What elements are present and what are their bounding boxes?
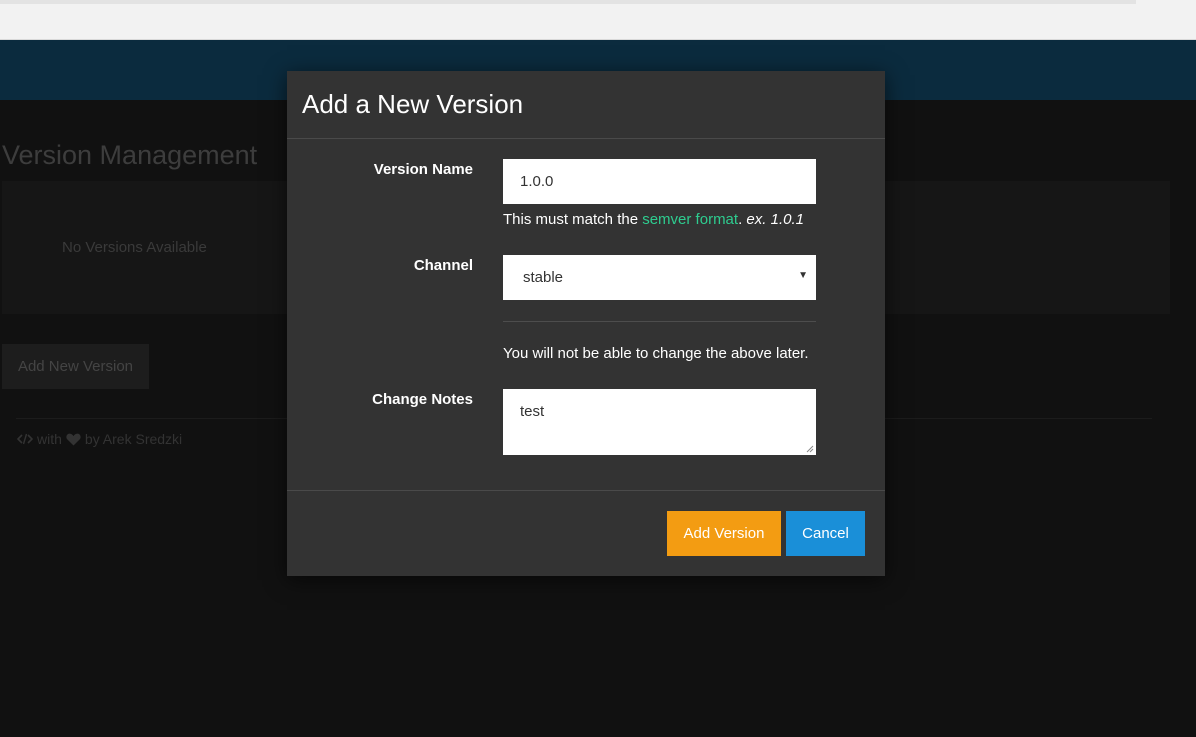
change-notes-value: test	[520, 403, 545, 420]
heart-icon	[66, 433, 81, 445]
change-notes-textarea[interactable]: test	[503, 389, 816, 455]
empty-versions-message: No Versions Available	[62, 239, 207, 256]
help-example: ex. 1.0.1	[746, 211, 804, 228]
add-new-version-button[interactable]: Add New Version	[2, 344, 149, 389]
browser-chrome	[0, 0, 1196, 40]
modal-title: Add a New Version	[302, 89, 524, 119]
modal-header: Add a New Version	[287, 71, 885, 139]
footer-with-text: with	[37, 431, 62, 447]
cancel-button[interactable]: Cancel	[786, 511, 865, 556]
help-prefix: This must match the	[503, 211, 643, 228]
channel-label: Channel	[413, 257, 473, 274]
page-title: Version Management	[2, 140, 258, 170]
footer-credit: with by Arek Sredzki	[17, 431, 182, 447]
add-version-button[interactable]: Add Version	[667, 511, 781, 556]
add-version-modal: Add a New Version Version Name 1.0.0 Thi…	[287, 71, 885, 576]
form-divider	[503, 321, 816, 322]
immutable-warning: You will not be able to change the above…	[503, 345, 809, 362]
semver-format-link[interactable]: semver format	[642, 211, 738, 228]
channel-select[interactable]: stable ▼	[503, 255, 816, 300]
footer-author-text[interactable]: by Arek Sredzki	[85, 431, 182, 447]
version-name-input[interactable]: 1.0.0	[503, 159, 816, 204]
resize-handle-icon[interactable]	[806, 445, 814, 453]
caret-down-icon: ▼	[798, 270, 808, 281]
modal-footer: Add Version Cancel	[287, 490, 885, 576]
channel-selected-value: stable	[523, 269, 564, 286]
version-name-help: This must match the semver format. ex. 1…	[503, 211, 804, 228]
version-name-label: Version Name	[373, 161, 473, 178]
browser-tab-strip	[0, 0, 1136, 4]
code-icon	[17, 433, 33, 445]
change-notes-label: Change Notes	[372, 391, 473, 408]
